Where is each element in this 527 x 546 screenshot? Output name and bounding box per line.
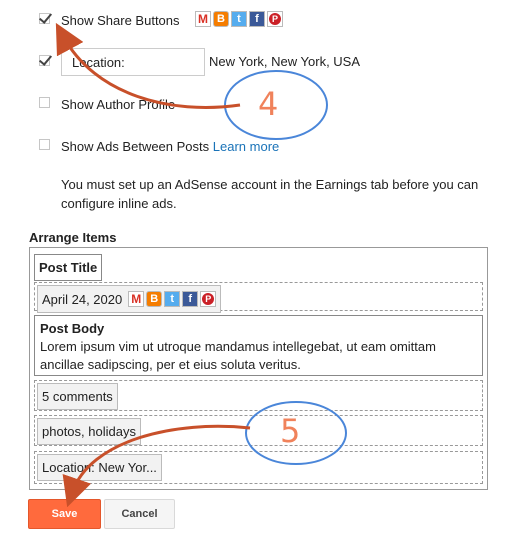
callout-number-4: 4 (258, 85, 279, 123)
callout-number-5: 5 (280, 412, 301, 450)
callout-arrow-4 (55, 22, 241, 109)
callout-arrow-5 (62, 424, 251, 508)
callout-overlay (55, 22, 347, 508)
